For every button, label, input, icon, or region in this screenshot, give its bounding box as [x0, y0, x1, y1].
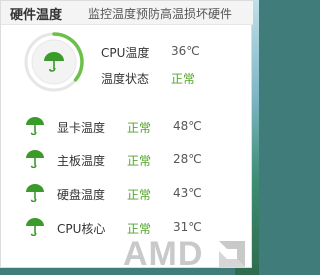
component-name: CPU核心: [57, 222, 106, 236]
list-item-gpu: 显卡温度 正常 48℃: [1, 116, 253, 140]
cpu-temp-label: CPU温度: [101, 46, 150, 60]
list-item-motherboard: 主板温度 正常 28℃: [1, 149, 253, 173]
list-item-disk: 硬盘温度 正常 43℃: [1, 183, 253, 207]
component-name: 主板温度: [57, 154, 106, 168]
component-name: 硬盘温度: [57, 188, 106, 202]
amd-logo-watermark: AMD: [123, 235, 204, 273]
component-name: 显卡温度: [57, 121, 106, 135]
umbrella-icon: [26, 218, 44, 236]
cpu-temp-value: 36℃: [171, 44, 200, 58]
temp-state-label: 温度状态: [101, 72, 150, 86]
component-temp: 31℃: [173, 220, 202, 234]
cpu-temperature-gauge: [23, 31, 85, 93]
umbrella-icon: [26, 150, 44, 168]
component-status: 正常: [127, 188, 152, 202]
umbrella-icon: [26, 184, 44, 202]
hardware-temperature-panel: 硬件温度 监控温度预防高温损坏硬件 CPU温度 36℃ 温度状态 正常 显卡温度…: [0, 0, 253, 273]
component-temp: 43℃: [173, 186, 202, 200]
panel-subtitle: 监控温度预防高温损坏硬件: [88, 7, 233, 21]
component-temp: 48℃: [173, 119, 202, 133]
umbrella-icon: [26, 117, 44, 135]
component-status: 正常: [127, 121, 152, 135]
component-status: 正常: [127, 154, 152, 168]
panel-header: 硬件温度 监控温度预防高温损坏硬件: [1, 1, 253, 25]
temp-state-value: 正常: [171, 72, 196, 86]
component-temp: 28℃: [173, 152, 202, 166]
amd-arrow-icon: [219, 241, 245, 267]
panel-title: 硬件温度: [10, 8, 63, 23]
